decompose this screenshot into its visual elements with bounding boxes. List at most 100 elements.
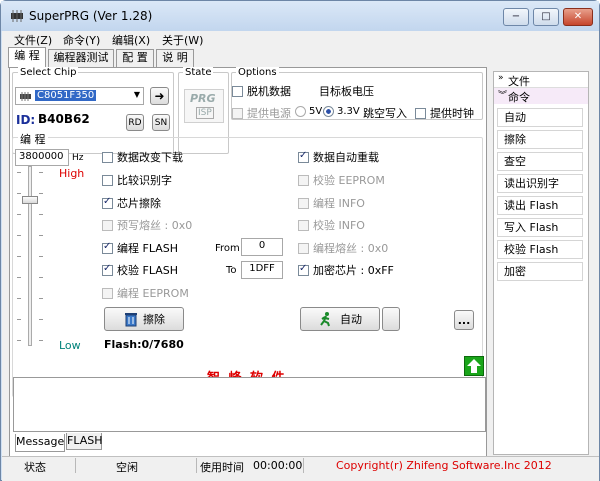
from-input[interactable]: 0	[241, 238, 283, 256]
window-title: SuperPRG (Ver 1.28)	[29, 9, 153, 23]
client-area: 编 程 编程器测试 配 置 说 明 Select Chip C8051F350 …	[2, 47, 599, 481]
verify-eeprom-checkbox[interactable]: 校验 EEPROM	[298, 172, 385, 188]
radio-3v3-label: 3.3V	[337, 106, 360, 117]
program-eeprom-checkbox[interactable]: 编程 EEPROM	[102, 285, 189, 301]
program-flash-checkbox[interactable]: 编程 FLASH	[102, 240, 178, 256]
elapsed-time-value: 00:00:00	[253, 459, 303, 472]
power-supply-checkbox[interactable]: 提供电源	[232, 105, 291, 121]
command-sidebar: » 文件 ︾ 命令 自动 擦除 查空 读出识别字 读出 Flash 写入 Fla…	[493, 71, 589, 455]
rd-button[interactable]: RD	[126, 114, 144, 131]
side-read-flash-button[interactable]: 读出 Flash	[497, 196, 583, 215]
to-input[interactable]: 1DFF	[241, 261, 283, 279]
arrow-right-icon[interactable]: ➜	[150, 87, 169, 105]
menu-about[interactable]: 关于(W)	[162, 32, 203, 48]
copyright-text: Copyright(r) Zhifeng Software.Inc 2012	[336, 459, 552, 472]
speed-slider-thumb[interactable]	[22, 196, 38, 204]
double-chevron-down-icon: ︾	[498, 91, 508, 101]
elapsed-time-label: 使用时间	[200, 461, 244, 474]
status-value: 空闲	[116, 461, 138, 474]
skip-write-label[interactable]: 跳空写入	[363, 105, 407, 121]
compare-signature-checkbox[interactable]: 比较识别字	[102, 172, 172, 188]
target-voltage-label: 目标板电压	[319, 85, 374, 98]
program-info-checkbox[interactable]: 编程 INFO	[298, 195, 365, 211]
arrow-up-icon[interactable]	[464, 356, 484, 376]
prewrite-fuse-checkbox[interactable]: 预写熔丝 : 0x0	[102, 217, 192, 233]
status-divider	[75, 458, 76, 473]
close-button[interactable]: ✕	[563, 8, 593, 26]
side-blank-check-button[interactable]: 查空	[497, 152, 583, 171]
message-area[interactable]	[13, 377, 486, 432]
auto-button[interactable]: 自动	[300, 307, 380, 331]
logo-prg: PRG	[190, 92, 216, 105]
erase-button[interactable]: 擦除	[104, 307, 184, 331]
encrypt-chip-checkbox[interactable]: 加密芯片 : 0xFF	[298, 262, 394, 278]
chip-select-value: C8051F350	[35, 90, 97, 101]
sidebar-file-header[interactable]: » 文件	[494, 72, 588, 88]
speed-low-label: Low	[59, 339, 81, 352]
menu-edit[interactable]: 编辑(X)	[112, 32, 150, 48]
main-window: SuperPRG (Ver 1.28) − □ ✕ 文件(Z) 命令(Y) 编辑…	[0, 0, 600, 481]
chip-app-icon	[11, 10, 23, 22]
more-button[interactable]: ...	[454, 310, 474, 330]
chip-id-value: B40B62	[38, 112, 90, 126]
radio-5v-label: 5V	[309, 106, 323, 117]
minimize-button[interactable]: −	[503, 8, 529, 26]
verify-info-checkbox[interactable]: 校验 INFO	[298, 217, 365, 233]
status-divider	[196, 458, 197, 473]
chip-erase-checkbox[interactable]: 芯片擦除	[102, 195, 161, 211]
running-man-icon	[320, 312, 330, 327]
title-bar: SuperPRG (Ver 1.28) − □ ✕	[1, 1, 599, 31]
side-auto-button[interactable]: 自动	[497, 108, 583, 127]
download-on-change-checkbox[interactable]: 数据改变下载	[102, 149, 183, 165]
maximize-button[interactable]: □	[533, 8, 559, 26]
auto-reload-checkbox[interactable]: 数据自动重载	[298, 149, 379, 165]
slider-ticks-left	[17, 172, 21, 346]
tab-help[interactable]: 说 明	[156, 49, 194, 67]
radio-5v[interactable]	[295, 106, 306, 117]
status-divider	[303, 458, 304, 473]
options-label: Options	[236, 67, 279, 78]
speed-high-label: High	[59, 167, 85, 180]
state-label: State	[183, 67, 214, 78]
tab-flash[interactable]: FLASH	[66, 433, 103, 450]
prg-isp-logo: PRG ISP	[184, 89, 224, 123]
verify-flash-checkbox[interactable]: 校验 FLASH	[102, 262, 178, 278]
double-chevron-right-icon: »	[498, 73, 504, 83]
tab-program[interactable]: 编 程	[8, 47, 46, 68]
status-bar: 状态 空闲 使用时间 00:00:00 Copyright(r) Zhifeng…	[2, 456, 599, 474]
tab-config[interactable]: 配 置	[116, 49, 154, 67]
sn-button[interactable]: SN	[152, 114, 170, 131]
select-chip-label: Select Chip	[18, 67, 79, 78]
side-write-flash-button[interactable]: 写入 Flash	[497, 218, 583, 237]
menu-file[interactable]: 文件(Z)	[14, 32, 52, 48]
speed-slider-track[interactable]	[28, 166, 32, 346]
chip-icon	[20, 92, 31, 101]
id-label: ID:	[16, 113, 36, 127]
chip-select[interactable]: C8051F350 ▼	[15, 87, 144, 105]
sidebar-command-header[interactable]: ︾ 命令	[494, 88, 588, 104]
tab-programmer-test[interactable]: 编程器测试	[48, 49, 114, 67]
menu-command[interactable]: 命令(Y)	[63, 32, 100, 48]
slider-ticks-right	[39, 172, 43, 346]
side-read-id-button[interactable]: 读出识别字	[497, 174, 583, 193]
auto-options-button[interactable]	[382, 307, 400, 331]
frequency-unit: Hz	[72, 153, 84, 163]
side-encrypt-button[interactable]: 加密	[497, 262, 583, 281]
tab-message[interactable]: Message	[15, 434, 65, 452]
radio-3v3[interactable]	[323, 106, 334, 117]
trash-icon	[125, 313, 137, 327]
frequency-input[interactable]: 3800000	[15, 149, 69, 166]
chevron-down-icon[interactable]: ▼	[134, 90, 140, 99]
from-label: From	[215, 243, 240, 254]
logo-isp: ISP	[196, 107, 214, 119]
menu-bar: 文件(Z) 命令(Y) 编辑(X) 关于(W)	[2, 31, 599, 47]
flash-status: Flash:0/7680	[104, 338, 184, 351]
side-verify-flash-button[interactable]: 校验 Flash	[497, 240, 583, 259]
clock-supply-checkbox[interactable]: 提供时钟	[415, 105, 474, 121]
side-erase-button[interactable]: 擦除	[497, 130, 583, 149]
program-label: 编 程	[18, 131, 48, 147]
program-fuse-checkbox[interactable]: 编程熔丝 : 0x0	[298, 240, 388, 256]
status-label: 状态	[24, 461, 46, 474]
offline-data-checkbox[interactable]: 脱机数据	[232, 83, 291, 99]
to-label: To	[226, 265, 237, 276]
